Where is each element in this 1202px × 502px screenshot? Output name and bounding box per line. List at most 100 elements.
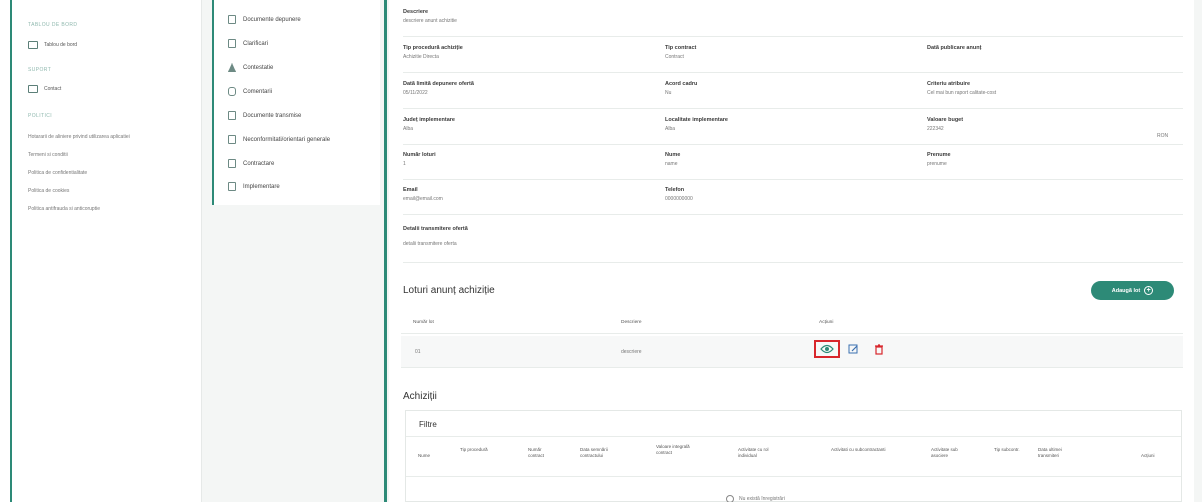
field-value: 0000000000 — [665, 196, 693, 202]
view-lot-button[interactable] — [814, 340, 840, 358]
sidebar-link-antifraud[interactable]: Politica antifrauda si anticoruptie — [28, 206, 100, 212]
column-header: Tip subcontr. — [994, 447, 1020, 452]
trash-icon — [875, 343, 883, 355]
field-localitate: Localitate implementare Alba — [665, 117, 728, 132]
field-nume: Nume name — [665, 152, 680, 167]
field-label: Email — [403, 187, 418, 193]
field-email: Email email@email.com — [403, 187, 443, 202]
currency-label: RON — [1157, 133, 1169, 139]
field-label: Detalii transmitere ofertă — [403, 226, 468, 232]
field-label: Prenume — [927, 152, 951, 158]
submenu: Documente depunere Clarificari Contestat… — [202, 0, 380, 502]
menu-item-label: Documente transmise — [243, 112, 302, 119]
field-label: Tip procedură achiziție — [403, 45, 463, 51]
menu-item-label: Comentarii — [243, 88, 273, 95]
add-lot-button-label: Adaugă lot — [1111, 287, 1141, 294]
sidebar: TABLOU DE BORD Tablou de bord SUPORT Con… — [0, 0, 202, 502]
field-value: prenume — [927, 161, 947, 167]
column-header: Număr lot — [413, 320, 434, 325]
field-label: Județ implementare — [403, 117, 455, 123]
empty-state: Nu există înregistrări — [726, 495, 785, 502]
divider — [403, 36, 1183, 37]
sidebar-item-contact[interactable]: Contact — [28, 85, 61, 93]
plus-circle-icon: + — [1144, 286, 1154, 295]
eye-icon — [820, 344, 834, 354]
field-value: Nu — [665, 90, 672, 96]
sidebar-section-dashboard: TABLOU DE BORD — [28, 22, 78, 28]
menu-item-comentarii[interactable]: Comentarii — [228, 87, 272, 96]
column-header: Nume — [418, 453, 431, 458]
add-lot-button[interactable]: Adaugă lot + — [1091, 281, 1174, 300]
field-label: Nume — [665, 152, 681, 158]
field-value: 1 — [403, 161, 406, 167]
sidebar-link-cookies[interactable]: Politica de cookies — [28, 188, 69, 194]
empty-state-text: Nu există înregistrări — [739, 496, 785, 502]
field-value: Cel mai bun raport calitate-cost — [927, 90, 997, 96]
column-header: Acțiuni — [819, 320, 834, 325]
menu-item-implementare[interactable]: Implementare — [228, 182, 280, 191]
delete-lot-button[interactable] — [871, 342, 887, 356]
document-icon — [228, 15, 236, 24]
achizitii-section-title: Achiziții — [403, 391, 437, 402]
column-header: Data ultimei transmiteri — [1038, 447, 1062, 458]
field-tip-contract: Tip contract Contract — [665, 45, 696, 60]
contract-icon — [228, 159, 236, 168]
sidebar-item-label: Tablou de bord — [44, 42, 78, 48]
menu-item-contestatie[interactable]: Contestatie — [228, 63, 273, 72]
menu-item-label: Clarificari — [243, 40, 269, 47]
comment-icon — [228, 87, 236, 96]
submenu-panel: Documente depunere Clarificari Contestat… — [212, 0, 380, 205]
sidebar-item-dashboard[interactable]: Tablou de bord — [28, 41, 77, 49]
menu-item-contractare[interactable]: Contractare — [228, 159, 274, 168]
field-label: Telefon — [665, 187, 685, 193]
field-value: Contract — [665, 54, 684, 60]
filters-panel: Filtre Nume Tip procedură Număr contract… — [405, 410, 1182, 502]
edit-lot-button[interactable] — [845, 342, 861, 356]
loturi-table-header: Număr lot Descriere Acțiuni — [401, 312, 1183, 334]
sidebar-link-guidelines[interactable]: Hotararii de aliniere privind utilizarea… — [28, 134, 130, 140]
menu-item-documente-depunere[interactable]: Documente depunere — [228, 15, 301, 24]
column-header: Tip procedură — [460, 447, 488, 452]
field-value: 222342 — [927, 126, 944, 132]
menu-item-label: Documente depunere — [243, 16, 301, 23]
menu-item-documente-transmise[interactable]: Documente transmise — [228, 111, 301, 120]
filters-title[interactable]: Filtre — [419, 420, 437, 429]
field-currency: RON — [1157, 130, 1168, 139]
column-header: Activitate sub asociere — [931, 447, 958, 458]
mail-icon — [28, 85, 38, 93]
field-label: Dată publicare anunț — [927, 45, 982, 51]
menu-item-clarificari[interactable]: Clarificari — [228, 39, 268, 48]
field-acord-cadru: Acord cadru Nu — [665, 81, 697, 96]
table-row: 01 descriere — [401, 336, 1183, 368]
menu-item-neconformitati[interactable]: Neconformitati/orientari generale — [228, 135, 330, 144]
divider — [403, 262, 1183, 263]
sidebar-accent-bar — [10, 0, 12, 502]
field-valoare-buget: Valoare buget 222342 — [927, 117, 963, 132]
field-label: Localitate implementare — [665, 117, 728, 123]
divider — [406, 476, 1181, 477]
document-icon — [228, 111, 236, 120]
info-icon — [726, 495, 734, 502]
edit-icon — [848, 344, 857, 353]
divider — [403, 108, 1183, 109]
sidebar-link-privacy[interactable]: Politica de confidentialitate — [28, 170, 87, 176]
field-label: Valoare buget — [927, 117, 964, 123]
divider — [403, 144, 1183, 145]
field-value: Alba — [665, 126, 676, 132]
clipboard-icon — [228, 39, 236, 48]
sidebar-link-terms[interactable]: Termeni si conditii — [28, 152, 68, 158]
page: TABLOU DE BORD Tablou de bord SUPORT Con… — [0, 0, 1202, 502]
lot-description: descriere — [621, 349, 642, 355]
field-telefon: Telefon 0000000000 — [665, 187, 693, 202]
field-label: Acord cadru — [665, 81, 698, 87]
field-value: descriere anunt achizitie — [403, 18, 457, 24]
field-label: Tip contract — [665, 45, 697, 51]
field-value: 05/11/2022 — [403, 90, 428, 96]
field-label: Descriere — [403, 9, 429, 15]
menu-item-label: Contestatie — [243, 64, 274, 71]
field-prenume: Prenume prenume — [927, 152, 951, 167]
column-header: Data semnării contractului — [580, 447, 608, 458]
menu-item-label: Neconformitati/orientari generale — [243, 136, 331, 143]
menu-item-label: Implementare — [243, 183, 280, 190]
calendar-icon — [228, 182, 236, 191]
